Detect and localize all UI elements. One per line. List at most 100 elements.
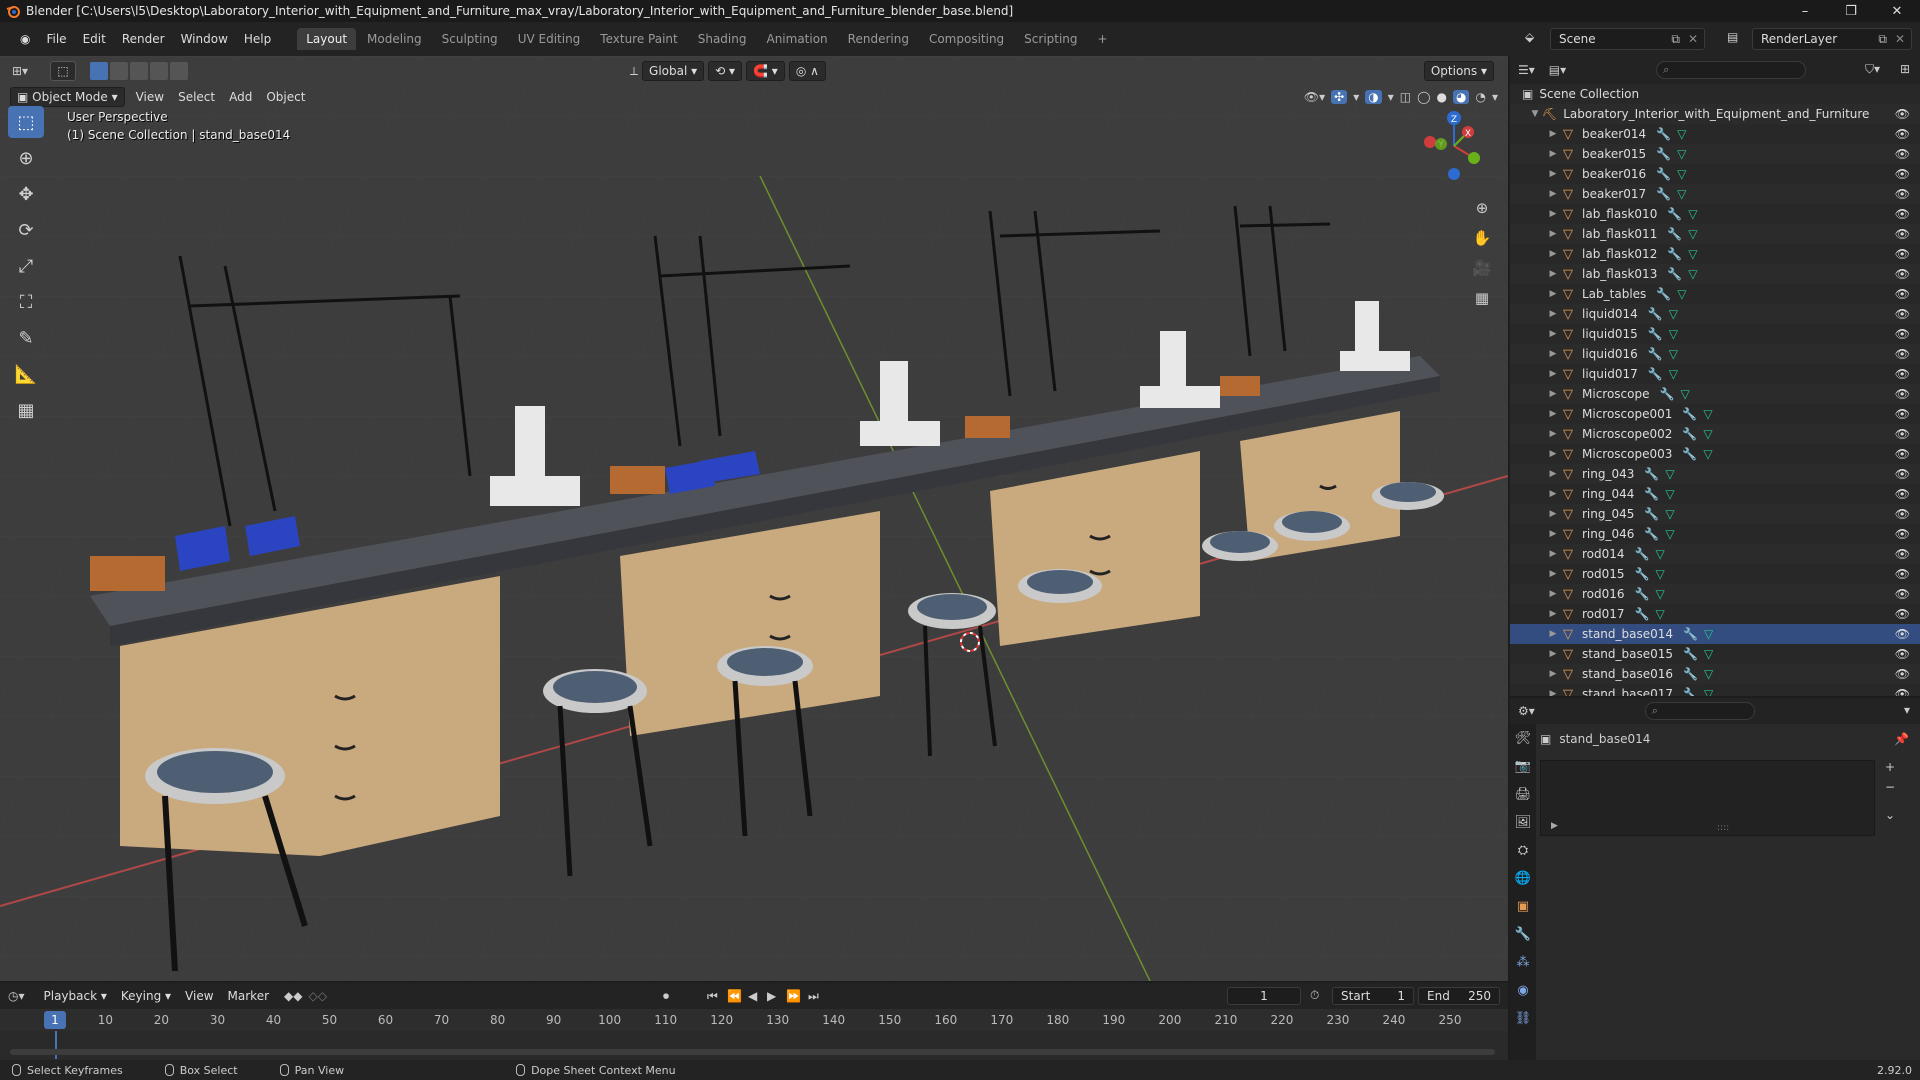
tab-layout[interactable]: Layout — [297, 28, 357, 50]
visibility-eye-icon[interactable]: 👁 — [1895, 487, 1910, 501]
select-box-tool[interactable]: ⬚ — [8, 106, 44, 138]
select-mode-extend-icon[interactable] — [110, 62, 129, 80]
mesh-data-icon[interactable]: ▽ — [1665, 467, 1674, 481]
modifier-icon[interactable]: 🔧 — [1656, 287, 1671, 301]
expand-toggle-icon[interactable]: ▶ — [1546, 529, 1560, 539]
scene-icon[interactable]: ⬙ — [1525, 30, 1534, 44]
mesh-data-icon[interactable]: ▽ — [1656, 607, 1665, 621]
outliner-item[interactable]: ▶ ▽ liquid014 🔧 ▽ 👁 — [1510, 304, 1920, 324]
mesh-data-icon[interactable]: ▽ — [1665, 487, 1674, 501]
outliner-item[interactable]: ▶ ▽ stand_base014 🔧 ▽ 👁 — [1510, 624, 1920, 644]
modifier-icon[interactable]: 🔧 — [1635, 607, 1650, 621]
modifier-icon[interactable]: 🔧 — [1683, 667, 1698, 681]
preview-range-icon[interactable]: ⏱ — [1310, 988, 1319, 1003]
mesh-data-icon[interactable]: ▽ — [1704, 647, 1713, 661]
expand-toggle-icon[interactable]: ▶ — [1546, 129, 1560, 139]
outliner-editor-icon[interactable]: ☰▾ — [1518, 63, 1535, 77]
expand-toggle-icon[interactable]: ▶ — [1546, 509, 1560, 519]
modifier-icon[interactable]: 🔧 — [1648, 347, 1663, 361]
viewport-menu-object[interactable]: Object — [259, 90, 312, 104]
outliner-item[interactable]: ▶ ▽ liquid016 🔧 ▽ 👁 — [1510, 344, 1920, 364]
zoom-icon[interactable]: ⊕ — [1468, 194, 1496, 222]
constraints-tab-icon[interactable]: ⛓ — [1510, 1004, 1536, 1032]
visibility-eye-icon[interactable]: 👁 — [1895, 227, 1910, 241]
transform-tool[interactable]: ⛶ — [8, 286, 44, 318]
minimize-icon[interactable]: – — [1782, 0, 1828, 22]
select-mode-invert-icon[interactable] — [150, 62, 169, 80]
tab-shading[interactable]: Shading — [689, 28, 756, 50]
visibility-eye-icon[interactable]: 👁 — [1895, 107, 1910, 121]
jump-end-button[interactable]: ⏭ — [808, 989, 819, 1004]
modifier-icon[interactable]: 🔧 — [1656, 167, 1671, 181]
outliner-item[interactable]: ▶ ▽ liquid015 🔧 ▽ 👁 — [1510, 324, 1920, 344]
visibility-eye-icon[interactable]: 👁 — [1895, 167, 1910, 181]
timeline-menu-playback[interactable]: Playback ▾ — [37, 989, 114, 1003]
modifier-icon[interactable]: 🔧 — [1656, 127, 1671, 141]
visibility-icon[interactable]: 👁▾ — [1304, 90, 1325, 104]
outliner-item[interactable]: ▶ ▽ Microscope003 🔧 ▽ 👁 — [1510, 444, 1920, 464]
properties-options-icon[interactable]: ▾ — [1904, 703, 1910, 717]
modifier-icon[interactable]: 🔧 — [1682, 427, 1697, 441]
outliner-item[interactable]: ▶ ▽ ring_046 🔧 ▽ 👁 — [1510, 524, 1920, 544]
shading-material-icon[interactable]: ◕ — [1453, 90, 1470, 104]
expand-toggle-icon[interactable]: ▶ — [1546, 489, 1560, 499]
snap-toggle[interactable]: 🧲 ▾ — [746, 61, 785, 81]
modifier-tab-icon[interactable]: 🔧 — [1510, 920, 1536, 948]
expand-toggle-icon[interactable]: ▶ — [1546, 269, 1560, 279]
outliner-item[interactable]: ▶ ▽ beaker014 🔧 ▽ 👁 — [1510, 124, 1920, 144]
select-tool-icon[interactable]: ⬚ — [50, 61, 77, 81]
expand-toggle-icon[interactable]: ▶ — [1546, 689, 1560, 696]
keyframe-insert-icon[interactable]: ◇◇ — [308, 989, 326, 1003]
expand-toggle-icon[interactable]: ▶ — [1546, 449, 1560, 459]
copy-layer-icon[interactable]: ⧉ — [1878, 32, 1887, 47]
render-layer-icon[interactable]: ▤ — [1727, 30, 1738, 44]
editor-type-icon[interactable]: ⊞▾ — [12, 64, 28, 78]
outliner-item[interactable]: ▶ ▽ lab_flask013 🔧 ▽ 👁 — [1510, 264, 1920, 284]
mesh-data-icon[interactable]: ▽ — [1669, 347, 1678, 361]
visibility-eye-icon[interactable]: 👁 — [1895, 647, 1910, 661]
mesh-data-icon[interactable]: ▽ — [1677, 147, 1686, 161]
visibility-eye-icon[interactable]: 👁 — [1895, 187, 1910, 201]
modifier-icon[interactable]: 🔧 — [1667, 267, 1682, 281]
timeline-menu-marker[interactable]: Marker — [221, 989, 276, 1003]
visibility-eye-icon[interactable]: 👁 — [1895, 427, 1910, 441]
mesh-data-icon[interactable]: ▽ — [1656, 587, 1665, 601]
expand-toggle-icon[interactable]: ▶ — [1546, 569, 1560, 579]
tab-compositing[interactable]: Compositing — [920, 28, 1013, 50]
3d-viewport[interactable]: ⊞▾ ⬚ ⟂ Global ▾ ⟲ ▾ 🧲 ▾ ◎ ∧ Options ▾ ▣ … — [0, 56, 1508, 981]
timeline-ruler[interactable]: 1 10 20 30 40 50 60 70 80 90 100 110 120 130 140 150 16… — [0, 1009, 1508, 1031]
proportional-edit-toggle[interactable]: ◎ ∧ — [788, 61, 826, 81]
visibility-eye-icon[interactable]: 👁 — [1895, 587, 1910, 601]
menu-help[interactable]: Help — [236, 22, 279, 56]
particles-tab-icon[interactable]: ⁂ — [1510, 948, 1536, 976]
expand-toggle-icon[interactable]: ▼ — [1528, 109, 1542, 119]
expand-toggle-icon[interactable]: ▶ — [1546, 329, 1560, 339]
visibility-eye-icon[interactable]: 👁 — [1895, 407, 1910, 421]
scene-tab-icon[interactable]: ⛭ — [1510, 836, 1536, 864]
mesh-data-icon[interactable]: ▽ — [1688, 247, 1697, 261]
add-cube-tool[interactable]: ▦ — [8, 394, 44, 426]
select-mode-intersect-icon[interactable] — [170, 62, 189, 80]
outliner-item[interactable]: ▶ ▽ rod015 🔧 ▽ 👁 — [1510, 564, 1920, 584]
move-tool[interactable]: ✥ — [8, 178, 44, 210]
overlay-toggle-icon[interactable]: ◑ — [1365, 90, 1382, 104]
end-frame-field[interactable]: End 250 — [1418, 987, 1500, 1005]
modifier-icon[interactable]: 🔧 — [1635, 587, 1650, 601]
list-resize-handle[interactable]: :::: — [1717, 823, 1729, 833]
outliner-item[interactable]: ▶ ▽ beaker016 🔧 ▽ 👁 — [1510, 164, 1920, 184]
outliner-item[interactable]: ▶ ▽ rod017 🔧 ▽ 👁 — [1510, 604, 1920, 624]
render-layer-selector[interactable]: RenderLayer ⧉ ✕ — [1752, 28, 1912, 50]
mesh-data-icon[interactable]: ▽ — [1704, 627, 1713, 641]
outliner-search-input[interactable]: ⌕ — [1656, 61, 1807, 79]
tab-texture-paint[interactable]: Texture Paint — [591, 28, 686, 50]
modifier-icon[interactable]: 🔧 — [1667, 207, 1682, 221]
visibility-eye-icon[interactable]: 👁 — [1895, 507, 1910, 521]
pin-icon[interactable]: 📌 — [1894, 732, 1909, 746]
visibility-eye-icon[interactable]: 👁 — [1895, 327, 1910, 341]
expand-toggle-icon[interactable]: ▶ — [1546, 649, 1560, 659]
outliner-item[interactable]: ▶ ▽ Microscope001 🔧 ▽ 👁 — [1510, 404, 1920, 424]
expand-toggle-icon[interactable]: ▶ — [1546, 169, 1560, 179]
view-layer-tab-icon[interactable]: 🖼 — [1510, 808, 1536, 836]
world-tab-icon[interactable]: 🌐 — [1510, 864, 1536, 892]
modifier-icon[interactable]: 🔧 — [1682, 407, 1697, 421]
